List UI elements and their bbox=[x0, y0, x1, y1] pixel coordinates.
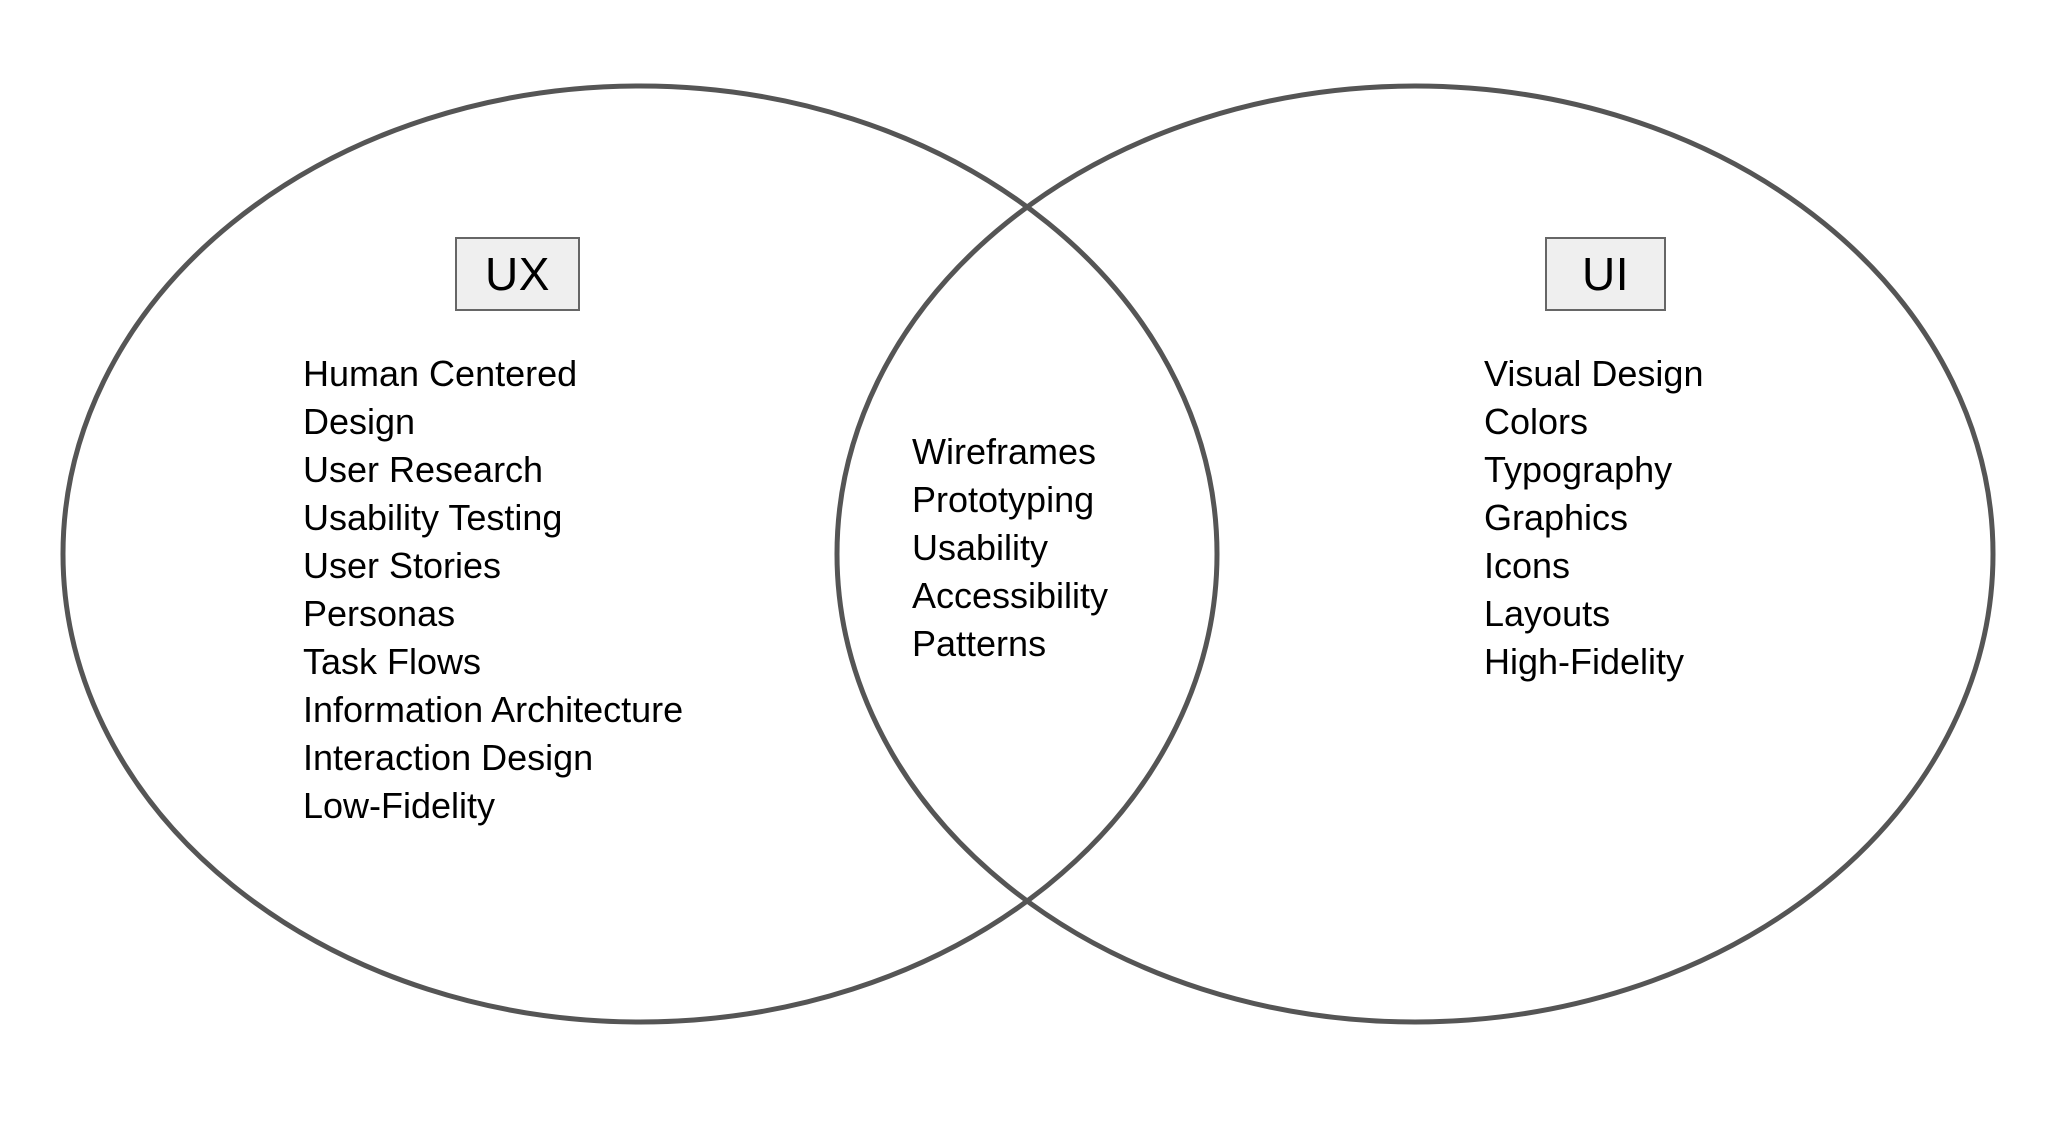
list-item: Usability bbox=[912, 527, 1049, 568]
ux-label-text: UX bbox=[485, 248, 550, 300]
ux-item-list: Human Centered Design User Research Usab… bbox=[303, 350, 683, 830]
list-item: User Research bbox=[303, 449, 544, 490]
list-item: Patterns bbox=[912, 623, 1047, 664]
list-item: Icons bbox=[1484, 545, 1571, 586]
list-item: Usability Testing bbox=[303, 497, 563, 538]
list-item: Low-Fidelity bbox=[303, 785, 496, 826]
venn-diagram: UX UI Human Centered Design User Researc… bbox=[0, 0, 2058, 1142]
ui-label-box: UI bbox=[1545, 237, 1666, 311]
ui-item-list: Visual Design Colors Typography Graphics… bbox=[1484, 350, 1703, 686]
list-item: Prototyping bbox=[912, 479, 1095, 520]
list-item: Information Architecture bbox=[303, 689, 684, 730]
list-item: Visual Design bbox=[1484, 353, 1704, 394]
list-item: Typography bbox=[1484, 449, 1673, 490]
list-item: User Stories bbox=[303, 545, 502, 586]
list-item: Human Centered bbox=[303, 353, 578, 394]
list-item: Graphics bbox=[1484, 497, 1629, 538]
intersection-item-list: Wireframes Prototyping Usability Accessi… bbox=[912, 428, 1108, 668]
ux-label-box: UX bbox=[455, 237, 580, 311]
list-item: Layouts bbox=[1484, 593, 1611, 634]
list-item: Accessibility bbox=[912, 575, 1109, 616]
list-item: Wireframes bbox=[912, 431, 1097, 472]
list-item: Personas bbox=[303, 593, 456, 634]
list-item: Design bbox=[303, 401, 416, 442]
ui-label-text: UI bbox=[1582, 248, 1629, 300]
list-item: Interaction Design bbox=[303, 737, 594, 778]
list-item: Task Flows bbox=[303, 641, 482, 682]
list-item: Colors bbox=[1484, 401, 1589, 442]
list-item: High-Fidelity bbox=[1484, 641, 1685, 682]
